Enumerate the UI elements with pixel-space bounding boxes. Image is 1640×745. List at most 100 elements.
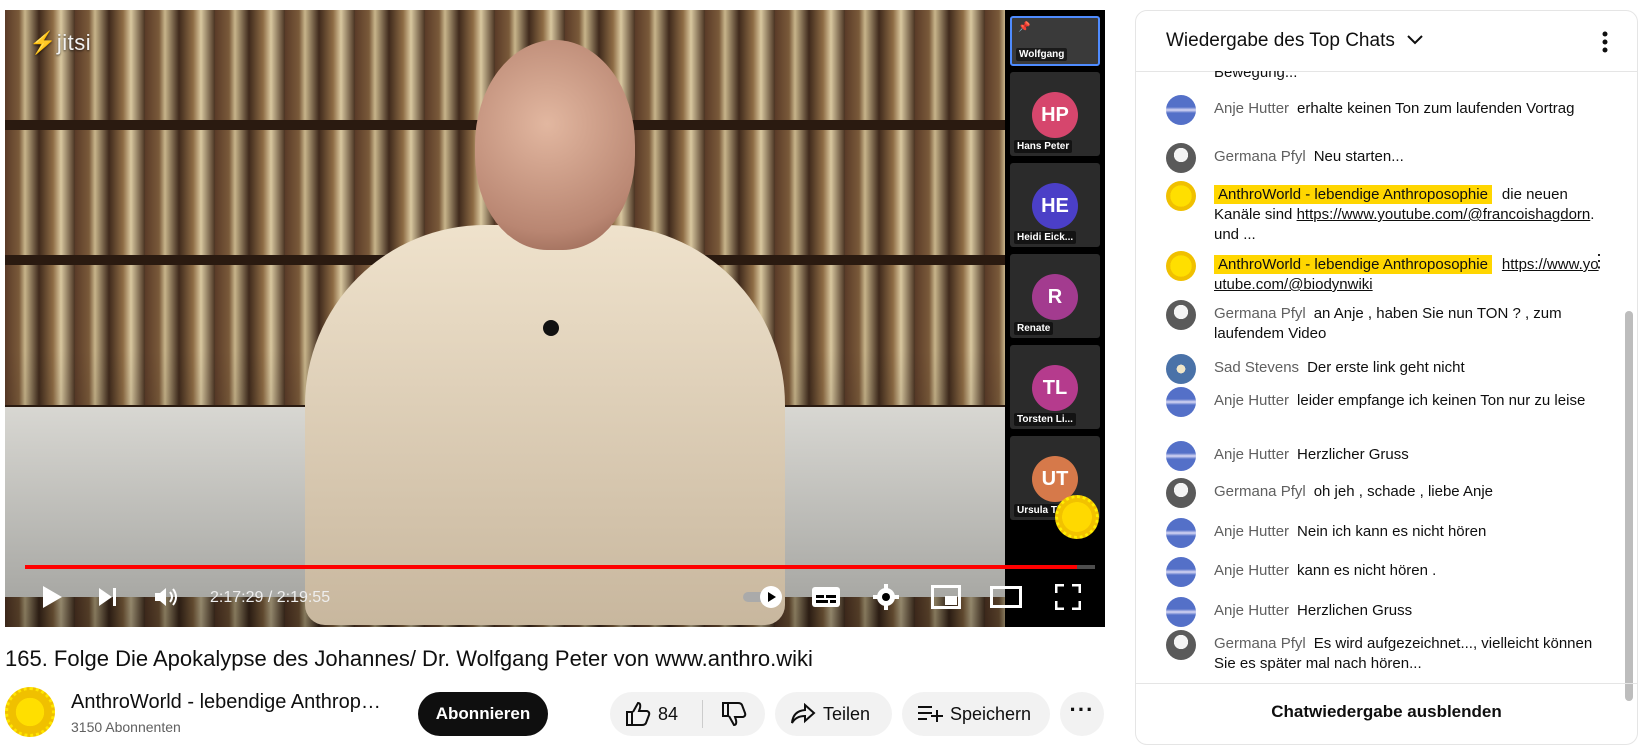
chat-author-name: Sad Stevens <box>1214 359 1300 376</box>
chat-author-name: Anje Hutter <box>1214 562 1290 579</box>
chat-author-avatar[interactable] <box>1166 95 1196 125</box>
chat-title: Wiedergabe des Top Chats <box>1166 30 1395 51</box>
thumbs-up-icon <box>624 700 652 728</box>
chat-message-body: Germana Pfyl Es wird aufgezeichnet..., vi… <box>1214 634 1604 674</box>
channel-avatar[interactable] <box>5 687 55 737</box>
video-title: 165. Folge Die Apokalypse des Johannes/ … <box>5 646 813 671</box>
share-icon <box>789 700 817 728</box>
progress-bar[interactable] <box>25 565 1095 569</box>
chat-message-text: Herzlichen Gruss <box>1297 602 1413 619</box>
more-actions-button[interactable]: ··· <box>1060 692 1104 736</box>
chat-message-truncated: Bewegung... <box>1214 71 1298 81</box>
pin-icon: 📌 <box>1018 22 1031 33</box>
chat-author-avatar[interactable] <box>1166 181 1196 211</box>
autoplay-toggle[interactable] <box>740 579 786 615</box>
participant-avatar: HE <box>1032 183 1078 229</box>
chat-message-body: Sad Stevens Der erste link geht nicht <box>1214 358 1604 378</box>
participant-tile[interactable]: 📌 Wolfgang <box>1010 16 1100 66</box>
chat-message-text: Herzlicher Gruss <box>1297 446 1409 463</box>
participant-avatar: HP <box>1032 92 1078 138</box>
video-frame <box>5 10 1005 627</box>
chat-message-body: Anje Hutter leider empfange ich keinen To… <box>1214 391 1604 411</box>
hide-chat-replay-button[interactable]: Chatwiedergabe ausblenden <box>1136 702 1637 722</box>
chat-author-avatar[interactable] <box>1166 478 1196 508</box>
participant-name: Torsten Li... <box>1014 413 1076 426</box>
subtitles-button[interactable] <box>808 579 844 615</box>
chat-author-name: Germana Pfyl <box>1214 305 1306 322</box>
participant-tile[interactable]: HE Heidi Eick... <box>1010 163 1100 247</box>
participant-tile[interactable]: HP Hans Peter <box>1010 72 1100 156</box>
next-icon <box>99 588 116 606</box>
chat-author-avatar[interactable] <box>1166 630 1196 660</box>
subscriber-count: 3150 Abonnenten <box>71 719 181 735</box>
chat-author-avatar[interactable] <box>1166 354 1196 384</box>
chat-mode-dropdown[interactable]: Wiedergabe des Top Chats <box>1166 30 1424 52</box>
play-button[interactable] <box>34 579 70 615</box>
participant-tile[interactable]: R Renate <box>1010 254 1100 338</box>
chat-message-body: Anje Hutter kann es nicht hören . <box>1214 561 1604 581</box>
more-icon: ··· <box>1069 697 1095 722</box>
settings-icon <box>873 584 899 610</box>
like-dislike-group: 84 <box>610 692 765 736</box>
chat-scrollbar[interactable] <box>1625 311 1633 701</box>
theater-mode-button[interactable] <box>988 579 1024 615</box>
chat-message-link[interactable]: https://www.youtube.com/@francoishagdorn <box>1297 206 1591 223</box>
chat-message-text: Nein ich kann es nicht hören <box>1297 523 1487 540</box>
settings-button[interactable] <box>868 579 904 615</box>
chat-author-avatar[interactable] <box>1166 557 1196 587</box>
lavalier-mic <box>543 320 559 336</box>
chat-author-name: Anje Hutter <box>1214 602 1290 619</box>
chat-message-body: AnthroWorld - lebendige Anthroposophie di… <box>1214 185 1604 245</box>
chat-author-avatar[interactable] <box>1166 251 1196 281</box>
save-button[interactable]: Speichern <box>902 692 1050 736</box>
participant-name: Wolfgang <box>1016 48 1068 61</box>
dislike-button[interactable] <box>703 700 765 728</box>
chat-message-body: AnthroWorld - lebendige Anthroposophie ht… <box>1214 255 1604 295</box>
player-controls: 2:17:29 / 2:19:55 <box>10 575 1105 621</box>
participant-avatar: TL <box>1032 365 1078 411</box>
chat-author-name: Germana Pfyl <box>1214 635 1306 652</box>
chat-author-avatar[interactable] <box>1166 597 1196 627</box>
chat-author-avatar[interactable] <box>1166 143 1196 173</box>
chat-message-text: Der erste link geht nicht <box>1307 359 1465 376</box>
chat-author-name: Anje Hutter <box>1214 523 1290 540</box>
fullscreen-icon <box>1055 584 1081 610</box>
chat-message-body: Anje Hutter Herzlichen Gruss <box>1214 601 1604 621</box>
share-button[interactable]: Teilen <box>775 692 892 736</box>
volume-button[interactable] <box>148 579 184 615</box>
video-player[interactable]: ⚡jitsi 📌 Wolfgang HP Hans Peter HE Heidi Eick… <box>5 10 1105 627</box>
progress-bar-fill <box>25 565 1077 569</box>
chat-replay-panel: Wiedergabe des Top Chats Bewegung... Anj… <box>1135 10 1638 745</box>
autoplay-toggle-icon <box>743 586 782 608</box>
chat-header: Wiedergabe des Top Chats <box>1136 11 1637 72</box>
chat-author-avatar[interactable] <box>1166 518 1196 548</box>
participant-name: Renate <box>1014 322 1054 335</box>
chat-author-avatar[interactable] <box>1166 441 1196 471</box>
chat-message-text: oh jeh , schade , liebe Anje <box>1313 483 1493 500</box>
speaker <box>305 40 785 625</box>
message-menu-icon[interactable]: ⋮ <box>1590 251 1608 271</box>
chat-author-avatar[interactable] <box>1166 300 1196 330</box>
chat-author-name: Anje Hutter <box>1214 392 1290 409</box>
chat-author-avatar[interactable] <box>1166 387 1196 417</box>
volume-icon <box>155 588 177 606</box>
chat-menu-button[interactable] <box>1593 28 1617 56</box>
channel-name[interactable]: AnthroWorld - lebendige Anthroposophie <box>71 691 381 714</box>
fullscreen-button[interactable] <box>1050 579 1086 615</box>
speaker-head <box>475 40 635 250</box>
chat-author-name: Anje Hutter <box>1214 446 1290 463</box>
theater-icon <box>990 586 1022 608</box>
kebab-icon <box>1602 31 1608 53</box>
subscribe-button[interactable]: Abonnieren <box>418 692 548 736</box>
like-button[interactable]: 84 <box>610 700 704 728</box>
chat-messages[interactable]: Bewegung... Anje Hutter erhalte keinen To… <box>1136 71 1621 699</box>
like-count: 84 <box>658 703 679 724</box>
play-icon <box>43 586 62 608</box>
miniplayer-button[interactable] <box>928 579 964 615</box>
chat-message-text: erhalte keinen Ton zum laufenden Vortrag <box>1297 100 1575 117</box>
chat-author-name: Germana Pfyl <box>1214 483 1306 500</box>
chat-author-name: Germana Pfyl <box>1214 148 1306 165</box>
channel-watermark-logo <box>1055 495 1099 539</box>
next-button[interactable] <box>90 579 126 615</box>
participant-tile[interactable]: TL Torsten Li... <box>1010 345 1100 429</box>
